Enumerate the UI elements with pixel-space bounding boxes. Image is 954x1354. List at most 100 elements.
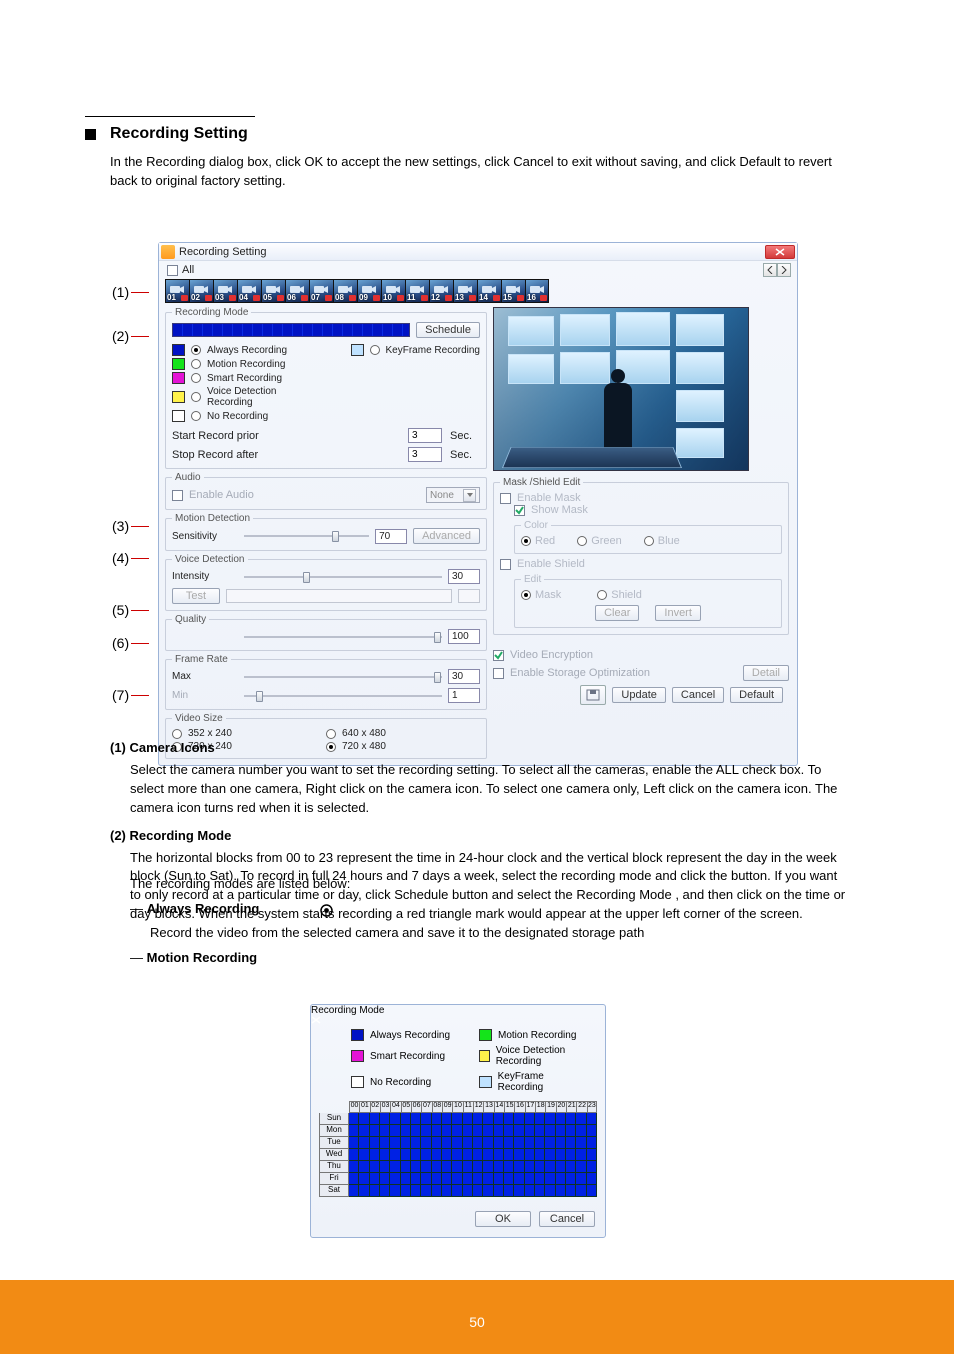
schedule-cell[interactable]	[566, 1113, 576, 1125]
sched-legend-item[interactable]: Smart Recording	[351, 1045, 461, 1067]
quality-value[interactable]: 100	[448, 629, 480, 644]
schedule-cell[interactable]	[483, 1173, 493, 1185]
schedule-cell[interactable]	[370, 1125, 380, 1137]
schedule-cell[interactable]	[545, 1149, 555, 1161]
schedule-cell[interactable]	[566, 1149, 576, 1161]
sched-row[interactable]: Fri	[319, 1173, 597, 1185]
schedule-cell[interactable]	[587, 1149, 597, 1161]
schedule-cell[interactable]	[421, 1173, 431, 1185]
radio-color[interactable]	[521, 536, 531, 546]
schedule-cell[interactable]	[587, 1125, 597, 1137]
camera-thumb-7[interactable]: 07	[309, 279, 333, 303]
schedule-cell[interactable]	[442, 1185, 452, 1197]
schedule-cell[interactable]	[473, 1185, 483, 1197]
schedule-cell[interactable]	[463, 1161, 473, 1173]
radio-voice[interactable]	[191, 392, 201, 402]
sched-row[interactable]: Sun	[319, 1113, 597, 1125]
sched-row[interactable]: Mon	[319, 1125, 597, 1137]
intensity-value[interactable]: 30	[448, 569, 480, 584]
ok-button[interactable]: OK	[475, 1211, 531, 1227]
sched-row[interactable]: Thu	[319, 1161, 597, 1173]
schedule-cell[interactable]	[401, 1185, 411, 1197]
schedule-cell[interactable]	[504, 1113, 514, 1125]
schedule-cell[interactable]	[442, 1137, 452, 1149]
schedule-cell[interactable]	[556, 1137, 566, 1149]
mode-motion[interactable]: Motion Recording	[172, 358, 325, 370]
max-fps-value[interactable]: 30	[448, 669, 480, 684]
schedule-cell[interactable]	[556, 1113, 566, 1125]
schedule-cell[interactable]	[432, 1137, 442, 1149]
schedule-cell[interactable]	[452, 1125, 462, 1137]
schedule-cell[interactable]	[463, 1125, 473, 1137]
mode-voice[interactable]: Voice Detection Recording	[172, 386, 325, 408]
schedule-cell[interactable]	[432, 1185, 442, 1197]
schedule-cell[interactable]	[514, 1173, 524, 1185]
schedule-cell[interactable]	[473, 1137, 483, 1149]
schedule-cell[interactable]	[576, 1125, 586, 1137]
schedule-cell[interactable]	[576, 1161, 586, 1173]
schedule-cell[interactable]	[380, 1185, 390, 1197]
schedule-cell[interactable]	[525, 1113, 535, 1125]
schedule-cell[interactable]	[535, 1149, 545, 1161]
mode-none[interactable]: No Recording	[172, 410, 325, 422]
schedule-cell[interactable]	[514, 1125, 524, 1137]
min-fps-value[interactable]: 1	[448, 688, 480, 703]
schedule-cell[interactable]	[452, 1173, 462, 1185]
enable-shield-checkbox[interactable]	[500, 559, 511, 570]
schedule-cell[interactable]	[514, 1137, 524, 1149]
schedule-cell[interactable]	[442, 1149, 452, 1161]
advanced-button[interactable]: Advanced	[413, 528, 480, 544]
schedule-cell[interactable]	[380, 1173, 390, 1185]
schedule-cell[interactable]	[525, 1173, 535, 1185]
schedule-cell[interactable]	[545, 1125, 555, 1137]
schedule-cell[interactable]	[359, 1125, 369, 1137]
schedule-cell[interactable]	[463, 1113, 473, 1125]
schedule-cell[interactable]	[535, 1173, 545, 1185]
schedule-cell[interactable]	[483, 1149, 493, 1161]
schedule-cell[interactable]	[576, 1113, 586, 1125]
schedule-cell[interactable]	[411, 1113, 421, 1125]
schedule-cell[interactable]	[390, 1185, 400, 1197]
schedule-cell[interactable]	[411, 1137, 421, 1149]
schedule-cell[interactable]	[349, 1125, 359, 1137]
schedule-cell[interactable]	[380, 1149, 390, 1161]
invert-button[interactable]: Invert	[655, 605, 701, 621]
schedule-cell[interactable]	[483, 1125, 493, 1137]
schedule-cell[interactable]	[463, 1149, 473, 1161]
schedule-cell[interactable]	[473, 1125, 483, 1137]
schedule-cell[interactable]	[473, 1113, 483, 1125]
schedule-cell[interactable]	[411, 1185, 421, 1197]
schedule-cell[interactable]	[535, 1161, 545, 1173]
schedule-cell[interactable]	[401, 1125, 411, 1137]
schedule-cell[interactable]	[349, 1173, 359, 1185]
schedule-cell[interactable]	[576, 1185, 586, 1197]
schedule-cell[interactable]	[411, 1125, 421, 1137]
sched-legend-item[interactable]: KeyFrame Recording	[479, 1071, 589, 1093]
schedule-cell[interactable]	[504, 1137, 514, 1149]
schedule-cell[interactable]	[442, 1125, 452, 1137]
schedule-cell[interactable]	[576, 1149, 586, 1161]
intensity-slider[interactable]	[244, 570, 442, 584]
camera-thumb-15[interactable]: 15	[501, 279, 525, 303]
schedule-cell[interactable]	[556, 1161, 566, 1173]
schedule-cell[interactable]	[370, 1149, 380, 1161]
schedule-cell[interactable]	[587, 1185, 597, 1197]
enable-mask-checkbox[interactable]	[500, 493, 511, 504]
radio-keyframe[interactable]	[370, 345, 380, 355]
schedule-cell[interactable]	[576, 1173, 586, 1185]
schedule-cell[interactable]	[442, 1161, 452, 1173]
sensitivity-value[interactable]: 70	[375, 529, 407, 544]
schedule-cell[interactable]	[545, 1185, 555, 1197]
schedule-cell[interactable]	[463, 1185, 473, 1197]
schedule-cell[interactable]	[401, 1137, 411, 1149]
schedule-cell[interactable]	[349, 1161, 359, 1173]
camera-thumb-5[interactable]: 05	[261, 279, 285, 303]
schedule-cell[interactable]	[359, 1149, 369, 1161]
schedule-cell[interactable]	[556, 1125, 566, 1137]
schedule-cell[interactable]	[390, 1173, 400, 1185]
schedule-cell[interactable]	[349, 1149, 359, 1161]
schedule-cell[interactable]	[370, 1161, 380, 1173]
schedule-cell[interactable]	[380, 1113, 390, 1125]
schedule-cell[interactable]	[587, 1137, 597, 1149]
schedule-cell[interactable]	[483, 1137, 493, 1149]
